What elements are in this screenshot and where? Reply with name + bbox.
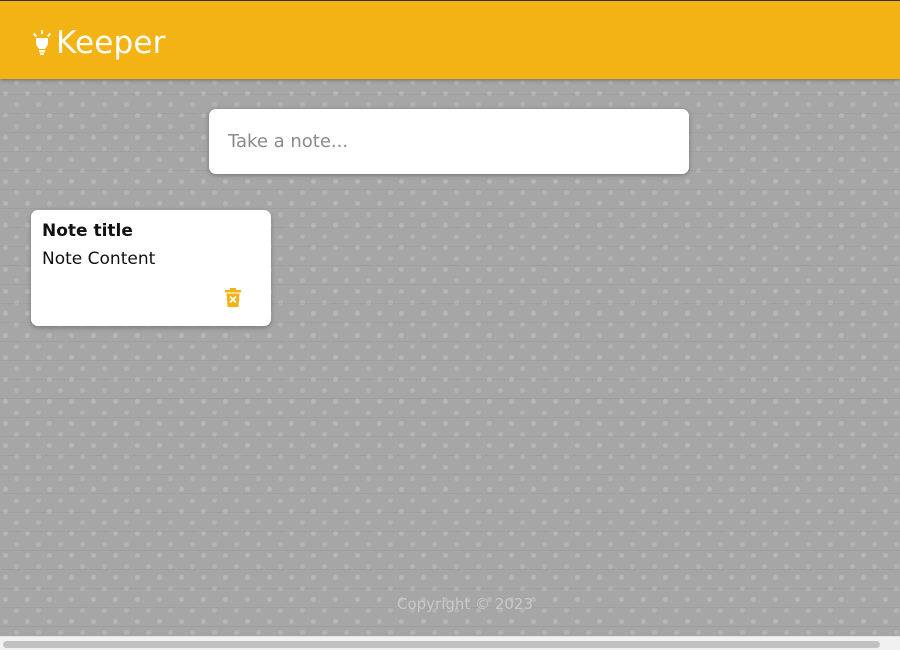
copyright-text: Copyright © 2023 [396, 595, 533, 613]
take-note-input[interactable] [209, 109, 689, 174]
note-title: Note title [42, 221, 133, 241]
create-note-form [209, 109, 689, 174]
footer: Copyright © 2023 [0, 595, 900, 613]
app-header: Keeper [0, 0, 900, 79]
note-content: Note Content [42, 249, 156, 269]
delete-forever-icon [224, 288, 242, 308]
brand-name: Keeper [56, 25, 166, 61]
horizontal-scrollbar[interactable] [0, 636, 900, 650]
lightbulb-icon [32, 30, 52, 56]
note-card: Note title Note Content [31, 210, 271, 326]
app-brand: Keeper [32, 25, 166, 61]
delete-note-button[interactable] [221, 287, 245, 309]
scrollbar-thumb[interactable] [3, 641, 880, 648]
